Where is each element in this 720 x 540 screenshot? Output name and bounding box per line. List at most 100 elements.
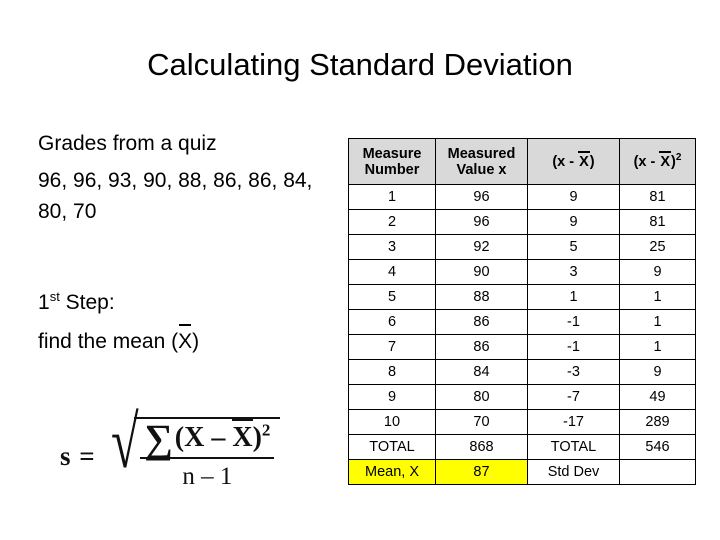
table-row-total: TOTAL 868 TOTAL 546: [348, 434, 696, 460]
step-label: 1st Step:: [38, 287, 338, 318]
cell-measure-number: 10: [348, 409, 436, 435]
cell-deviation-squared: 9: [619, 259, 696, 285]
cell-measured-value: 86: [435, 334, 528, 360]
table-row: 5 88 1 1: [348, 284, 696, 310]
cell-deviation: Std Dev: [527, 459, 620, 485]
cell-deviation: -1: [527, 334, 620, 360]
cell-deviation-squared: 81: [619, 184, 696, 210]
column-header-deviation-squared: (x - X)2: [619, 138, 696, 185]
cell-deviation: 1: [527, 284, 620, 310]
table-row: 3 92 5 25: [348, 234, 696, 260]
formula-numerator-open: (X –: [174, 421, 233, 453]
cell-measured-value: 868: [435, 434, 528, 460]
step-instruction: find the mean (X): [38, 324, 338, 357]
step-instruction-prefix: find the mean (: [38, 330, 179, 353]
formula-denominator: n – 1: [182, 462, 233, 490]
cell-measure-number: 1: [348, 184, 436, 210]
formula-numerator-close: ): [252, 421, 262, 453]
cell-deviation-squared: 25: [619, 234, 696, 260]
cell-deviation-squared: [619, 459, 696, 485]
cell-deviation-squared: 289: [619, 409, 696, 435]
cell-measured-value: 92: [435, 234, 528, 260]
cell-measure-number: 5: [348, 284, 436, 310]
step-instruction-suffix: ): [192, 330, 200, 353]
cell-measured-value: 90: [435, 259, 528, 285]
cell-measure-number: 2: [348, 209, 436, 235]
cell-deviation: 9: [527, 184, 620, 210]
page-title: Calculating Standard Deviation: [147, 47, 573, 82]
column-header-deviation-squared-exponent: 2: [675, 151, 682, 163]
cell-measure-number: 7: [348, 334, 436, 360]
cell-measure-number: Mean, X: [348, 459, 436, 485]
grades-heading: Grades from a quiz: [38, 132, 217, 155]
table-row: 9 80 -7 49: [348, 384, 696, 410]
cell-deviation-squared: 546: [619, 434, 696, 460]
cell-measured-value: 86: [435, 309, 528, 335]
formula-x-bar-symbol: X: [232, 418, 253, 453]
cell-measure-number: 3: [348, 234, 436, 260]
grades-text-block: Grades from a quiz 96, 96, 93, 90, 88, 8…: [38, 128, 338, 227]
cell-deviation-squared: 1: [619, 284, 696, 310]
cell-measure-number: 8: [348, 359, 436, 385]
column-header-measured-value-line1: Measured: [447, 145, 516, 162]
column-header-deviation-x-bar: X: [578, 150, 590, 170]
formula-radical: √ ∑(X – X)2 n – 1: [98, 403, 281, 492]
column-header-measured-value-line2: Value x: [456, 161, 507, 178]
table-row: 2 96 9 81: [348, 209, 696, 235]
cell-deviation: -1: [527, 309, 620, 335]
grades-values-list: 96, 96, 93, 90, 88, 86, 86, 84, 80, 70: [38, 169, 313, 223]
formula-radicand: ∑(X – X)2 n – 1: [134, 416, 281, 492]
column-header-deviation-squared-x-bar: X: [659, 150, 671, 170]
cell-deviation-squared: 1: [619, 334, 696, 360]
column-header-measure-number: Measure Number: [348, 138, 436, 185]
cell-measured-value: 80: [435, 384, 528, 410]
table-row: 1 96 9 81: [348, 184, 696, 210]
cell-measured-value: 84: [435, 359, 528, 385]
column-header-deviation-squared-prefix: (x -: [633, 153, 660, 170]
step-number: 1: [38, 291, 50, 314]
cell-deviation: -17: [527, 409, 620, 435]
standard-deviation-formula: s = √ ∑(X – X)2 n – 1: [60, 403, 281, 492]
formula-left-hand-side: s =: [60, 440, 96, 471]
cell-deviation-squared: 9: [619, 359, 696, 385]
column-header-measured-value: Measured Value x: [435, 138, 528, 185]
cell-measured-value: 96: [435, 209, 528, 235]
step-label-rest: Step:: [59, 291, 115, 314]
column-header-measure-number-line2: Number: [364, 161, 420, 178]
cell-measured-value: 87: [435, 459, 528, 485]
cell-measured-value: 88: [435, 284, 528, 310]
table-row: 8 84 -3 9: [348, 359, 696, 385]
cell-deviation: -7: [527, 384, 620, 410]
first-step-block: 1st Step: find the mean (X): [38, 287, 338, 357]
cell-deviation: TOTAL: [527, 434, 620, 460]
cell-deviation-squared: 1: [619, 309, 696, 335]
table-row: 10 70 -17 289: [348, 409, 696, 435]
column-header-measure-number-line1: Measure: [362, 145, 422, 162]
column-header-deviation-suffix: ): [589, 153, 595, 170]
cell-deviation: 3: [527, 259, 620, 285]
cell-measured-value: 96: [435, 184, 528, 210]
formula-numerator-exponent: 2: [261, 420, 271, 440]
cell-deviation: -3: [527, 359, 620, 385]
cell-measure-number: 6: [348, 309, 436, 335]
cell-measured-value: 70: [435, 409, 528, 435]
table-row-mean: Mean, X 87 Std Dev: [348, 459, 696, 485]
summation-icon: ∑: [144, 415, 173, 461]
step-ordinal-suffix: st: [49, 289, 60, 304]
cell-measure-number: 9: [348, 384, 436, 410]
cell-deviation: 9: [527, 209, 620, 235]
cell-deviation-squared: 81: [619, 209, 696, 235]
formula-numerator: ∑(X – X)2: [140, 418, 275, 459]
table-row: 4 90 3 9: [348, 259, 696, 285]
table-row: 7 86 -1 1: [348, 334, 696, 360]
table-row: 6 86 -1 1: [348, 309, 696, 335]
cell-measure-number: 4: [348, 259, 436, 285]
column-header-deviation: (x - X): [527, 138, 620, 185]
cell-measure-number: TOTAL: [348, 434, 436, 460]
x-bar-symbol: X: [178, 324, 192, 357]
square-root-icon: √: [110, 401, 139, 484]
table-header-row: Measure Number Measured Value x (x - X) (x…: [348, 138, 696, 185]
cell-deviation-squared: 49: [619, 384, 696, 410]
standard-deviation-table: Measure Number Measured Value x (x - X) (x…: [348, 138, 696, 485]
cell-deviation: 5: [527, 234, 620, 260]
